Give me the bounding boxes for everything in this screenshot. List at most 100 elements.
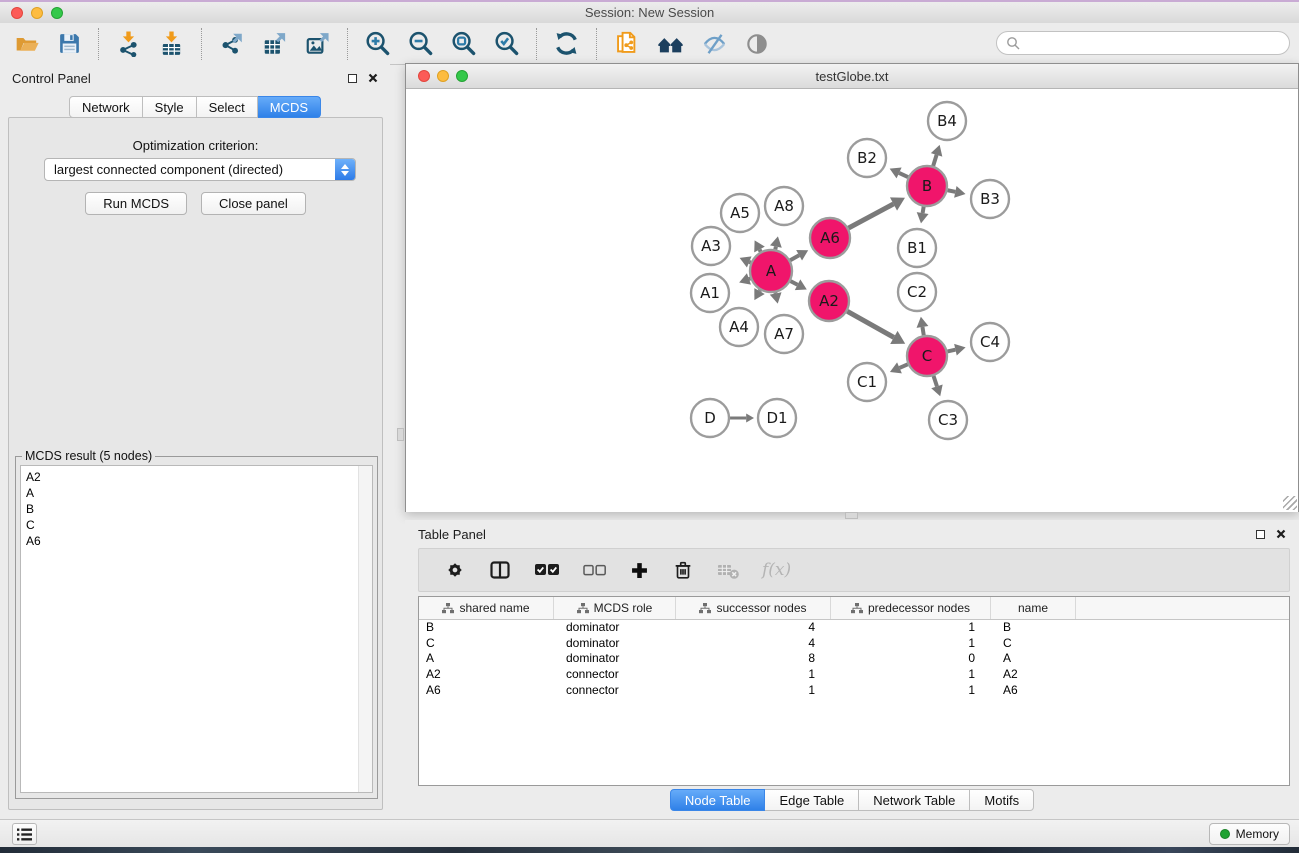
gear-settings-button[interactable] [433,550,477,590]
result-item[interactable]: A [26,485,367,501]
delete-table-button[interactable] [705,550,751,590]
table-row[interactable]: Cdominator41C [419,636,1289,652]
table-cell[interactable]: A2 [419,667,554,683]
column-header-shared-name[interactable]: shared name [419,597,554,619]
table-cell[interactable]: 1 [676,683,831,699]
table-cell[interactable]: dominator [554,620,676,636]
column-layout-button[interactable] [477,550,523,590]
tab-select[interactable]: Select [197,96,258,118]
graph-node-A8[interactable]: A8 [765,187,803,225]
maximize-window-button[interactable] [51,7,63,19]
close-table-panel-icon[interactable] [1276,529,1286,539]
close-window-button[interactable] [11,7,23,19]
graph-node-B1[interactable]: B1 [898,229,936,267]
graph-node-C4[interactable]: C4 [971,323,1009,361]
graph-node-B2[interactable]: B2 [848,139,886,177]
graph-node-D[interactable]: D [691,399,729,437]
table-cell[interactable]: 4 [676,620,831,636]
minimize-network-button[interactable] [437,70,449,82]
maximize-network-button[interactable] [456,70,468,82]
table-cell[interactable]: A6 [419,683,554,699]
zoom-out-button[interactable] [399,25,442,63]
float-panel-icon[interactable] [348,74,357,83]
table-cell[interactable]: connector [554,683,676,699]
graph-edge-B-B4[interactable] [931,145,942,166]
search-box[interactable] [996,31,1290,55]
zoom-selected-button[interactable] [485,25,528,63]
graph-edge-A-A6[interactable] [790,250,808,260]
graph-edge-B-B1[interactable] [917,207,929,224]
deselect-all-button[interactable] [571,550,618,590]
table-cell[interactable]: 1 [831,667,991,683]
table-cell[interactable]: A [991,651,1076,667]
close-panel-button[interactable]: Close panel [201,192,306,215]
graph-node-A1[interactable]: A1 [691,274,729,312]
graph-node-A[interactable]: A [750,250,792,292]
graph-node-A6[interactable]: A6 [810,218,850,258]
resize-grip[interactable] [1283,496,1297,510]
run-mcds-button[interactable]: Run MCDS [85,192,187,215]
column-header-name[interactable]: name [991,597,1076,619]
graph-edge-A-A8[interactable] [770,236,782,249]
table-cell[interactable]: C [991,636,1076,652]
table-cell[interactable]: 0 [831,651,991,667]
result-item[interactable]: A6 [26,533,367,549]
graph-edge-B-B3[interactable] [948,186,966,198]
graph-node-B4[interactable]: B4 [928,102,966,140]
import-network-button[interactable] [107,25,150,63]
tab-node-table[interactable]: Node Table [670,789,766,811]
open-session-button[interactable] [6,25,49,63]
table-cell[interactable]: A [419,651,554,667]
clone-network-button[interactable] [605,25,648,63]
result-item[interactable]: A2 [26,469,367,485]
graph-edge-A-A2[interactable] [791,279,807,290]
graph-node-C[interactable]: C [907,336,947,376]
column-header-mcds-role[interactable]: MCDS role [554,597,676,619]
graph-edge-A2-C[interactable] [847,311,905,344]
table-cell[interactable]: 1 [831,683,991,699]
graph-node-D1[interactable]: D1 [758,399,796,437]
graph-node-C1[interactable]: C1 [848,363,886,401]
graph-node-A4[interactable]: A4 [720,308,758,346]
zoom-in-button[interactable] [356,25,399,63]
show-graphics-details-button[interactable] [736,25,778,63]
table-cell[interactable]: B [419,620,554,636]
function-builder-button[interactable]: f(x) [751,550,802,590]
table-cell[interactable]: 1 [831,636,991,652]
graph-node-A5[interactable]: A5 [721,194,759,232]
graph-edge-A6-B[interactable] [849,197,905,228]
table-row[interactable]: A6connector11A6 [419,683,1289,699]
tab-mcds[interactable]: MCDS [258,96,321,118]
graph-node-A2[interactable]: A2 [809,281,849,321]
export-table-button[interactable] [253,25,296,63]
task-history-button[interactable] [12,823,37,845]
save-session-button[interactable] [49,25,90,63]
result-item[interactable]: B [26,501,367,517]
zoom-fit-button[interactable] [442,25,485,63]
table-row[interactable]: Bdominator41B [419,620,1289,636]
graph-edge-D-D1[interactable] [730,414,754,423]
tab-network-table[interactable]: Network Table [859,789,970,811]
delete-column-button[interactable] [661,550,705,590]
table-cell[interactable]: dominator [554,636,676,652]
table-cell[interactable]: 8 [676,651,831,667]
table-cell[interactable]: A6 [991,683,1076,699]
float-table-panel-icon[interactable] [1256,530,1265,539]
graph-edge-B-B2[interactable] [890,168,908,179]
graph-node-B[interactable]: B [907,166,947,206]
tab-edge-table[interactable]: Edge Table [765,789,859,811]
graph-node-C2[interactable]: C2 [898,273,936,311]
search-input[interactable] [1025,33,1289,53]
graph-edge-C-C4[interactable] [947,344,965,356]
table-cell[interactable]: connector [554,667,676,683]
tab-motifs[interactable]: Motifs [970,789,1034,811]
criterion-dropdown[interactable]: largest connected component (directed) [44,158,356,181]
result-item[interactable]: C [26,517,367,533]
column-header-predecessor-nodes[interactable]: predecessor nodes [831,597,991,619]
export-network-button[interactable] [210,25,253,63]
graph-node-C3[interactable]: C3 [929,401,967,439]
graph-edge-C-C2[interactable] [917,317,929,336]
graph-edge-C-C1[interactable] [890,362,908,373]
table-row[interactable]: A2connector11A2 [419,667,1289,683]
minimize-window-button[interactable] [31,7,43,19]
